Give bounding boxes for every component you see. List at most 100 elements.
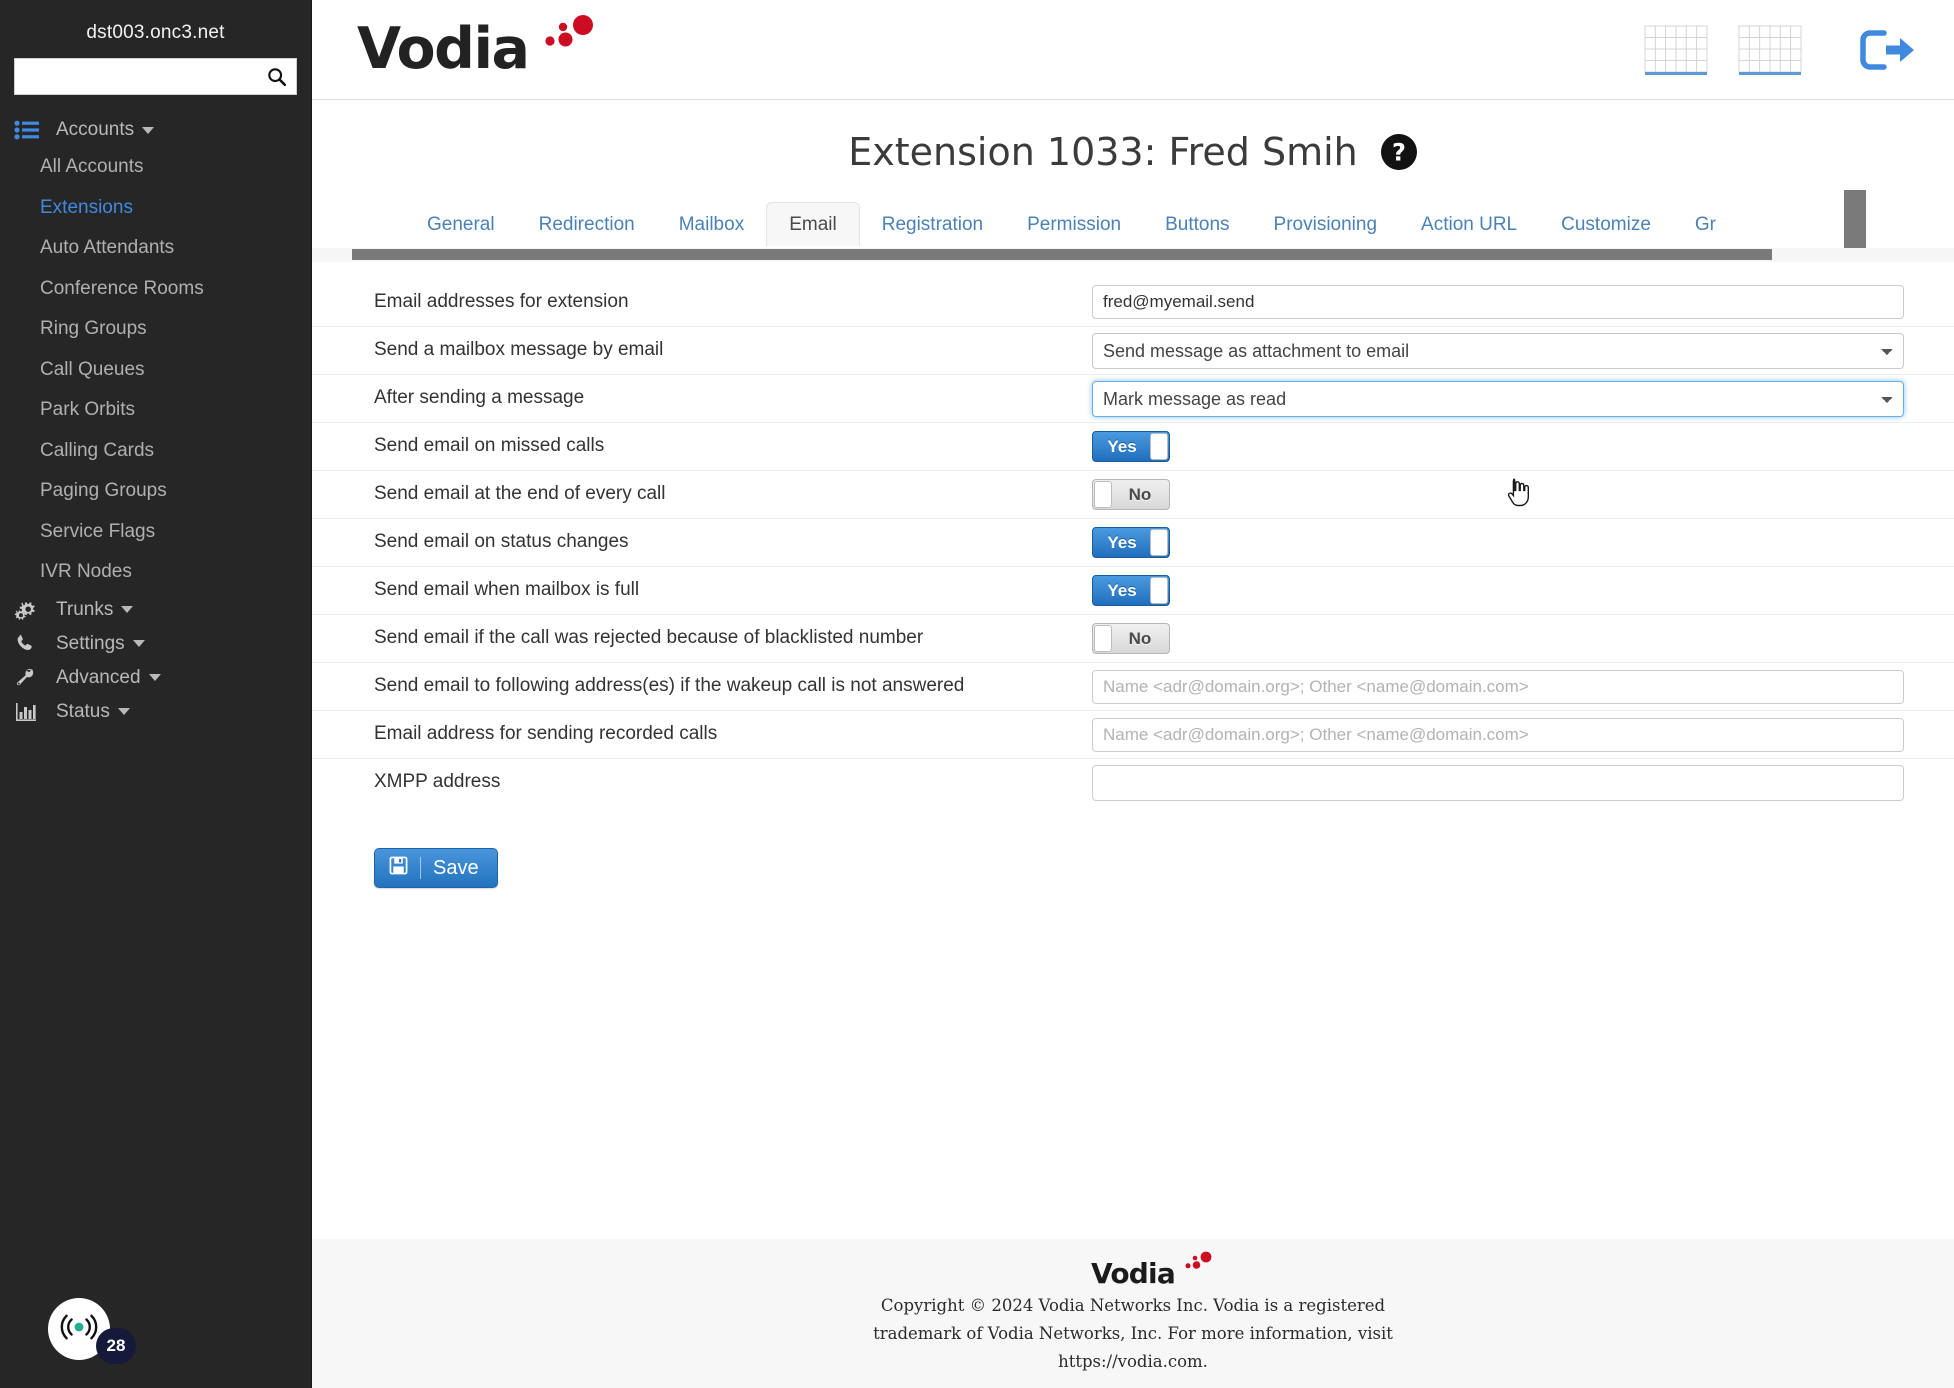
vodia-logo-text: Vodia xyxy=(357,16,530,83)
save-divider xyxy=(420,857,421,879)
toggle-missed-calls[interactable]: Yes xyxy=(1092,431,1170,462)
form-control xyxy=(1092,669,1954,704)
form-control xyxy=(1092,764,1954,801)
toggle-knob xyxy=(1094,481,1112,508)
vertical-scrollbar-thumb[interactable] xyxy=(1844,190,1866,256)
help-circle-icon[interactable]: ? xyxy=(1380,133,1418,171)
form-label: Send a mailbox message by email xyxy=(374,339,664,361)
grid-icon-2[interactable] xyxy=(1738,22,1802,77)
sidebar-nav: Accounts All Accounts Extensions Auto At… xyxy=(0,113,311,729)
toggle-end-of-call[interactable]: No xyxy=(1092,479,1170,510)
sidebar-item-paging-groups[interactable]: Paging Groups xyxy=(0,471,311,512)
toggle-status-changes[interactable]: Yes xyxy=(1092,527,1170,558)
page-title-row: Extension 1033: Fred Smih ? xyxy=(312,100,1954,198)
sidebar-item-service-flags[interactable]: Service Flags xyxy=(0,512,311,553)
form-control: Yes xyxy=(1092,575,1954,606)
tab-registration[interactable]: Registration xyxy=(860,204,1005,246)
xmpp-address-input[interactable] xyxy=(1092,764,1904,801)
sidebar-item-conference-rooms[interactable]: Conference Rooms xyxy=(0,269,311,310)
form-row-email-mailbox-full: Send email when mailbox is full Yes xyxy=(312,566,1954,614)
broadcast-icon xyxy=(59,1311,99,1348)
wakeup-email-input[interactable] xyxy=(1092,669,1904,704)
footer-logo-text: Vodia xyxy=(1091,1257,1176,1291)
toggle-knob xyxy=(1094,625,1112,652)
toggle-mailbox-full[interactable]: Yes xyxy=(1092,575,1170,606)
form-control: No xyxy=(1092,623,1954,654)
tabs: General Redirection Mailbox Email Regist… xyxy=(312,190,1954,256)
sidebar-item-all-accounts[interactable]: All Accounts xyxy=(0,147,311,188)
form-label: XMPP address xyxy=(374,771,501,793)
form-label: Email address for sending recorded calls xyxy=(374,723,718,745)
tab-permission[interactable]: Permission xyxy=(1005,204,1143,246)
tab-general[interactable]: General xyxy=(405,204,517,246)
tab-redirection[interactable]: Redirection xyxy=(517,204,657,246)
form-control: No xyxy=(1092,479,1954,510)
sidebar-item-ivr-nodes[interactable]: IVR Nodes xyxy=(0,552,311,593)
sidebar-item-auto-attendants[interactable]: Auto Attendants xyxy=(0,228,311,269)
tab-action-url[interactable]: Action URL xyxy=(1399,204,1539,246)
horizontal-scrollbar-track[interactable] xyxy=(312,248,1954,262)
sidebar-item-extensions[interactable]: Extensions xyxy=(0,188,311,229)
toggle-label: No xyxy=(1128,628,1152,648)
footer-copyright-line3: https://vodia.com. xyxy=(1058,1352,1208,1372)
form-control: Mark message as read xyxy=(1092,380,1954,417)
sidebar-item-ring-groups[interactable]: Ring Groups xyxy=(0,309,311,350)
form-label: Send email on missed calls xyxy=(374,435,605,457)
grid-icon-1[interactable] xyxy=(1644,22,1708,77)
vodia-logo-dots-icon xyxy=(535,14,595,62)
chevron-down-icon xyxy=(117,708,130,715)
search-input[interactable] xyxy=(15,59,296,94)
horizontal-scrollbar-thumb[interactable] xyxy=(352,249,1772,260)
toggle-knob xyxy=(1150,577,1168,604)
app-root: dst003.onc3.net Accounts All Accounts Ex… xyxy=(0,0,1954,1388)
footer-copyright-line2: trademark of Vodia Networks, Inc. For mo… xyxy=(873,1324,1393,1344)
chevron-down-icon xyxy=(142,126,155,134)
search-box[interactable] xyxy=(14,58,297,95)
sidebar-item-call-queues[interactable]: Call Queues xyxy=(0,350,311,391)
sidebar-group-label-settings: Settings xyxy=(56,632,125,654)
sidebar-group-settings[interactable]: Settings xyxy=(0,627,311,661)
list-icon xyxy=(14,118,44,142)
chevron-down-icon xyxy=(148,674,161,681)
after-sending-message-select[interactable]: Mark message as read xyxy=(1092,380,1904,417)
save-button[interactable]: Save xyxy=(374,848,498,888)
chevron-down-icon xyxy=(132,640,145,647)
email-addresses-input[interactable] xyxy=(1092,285,1904,319)
sidebar-group-trunks[interactable]: Trunks xyxy=(0,593,311,627)
phone-icon xyxy=(14,632,44,656)
tab-email[interactable]: Email xyxy=(766,202,860,246)
form-row-xmpp-address: XMPP address xyxy=(312,758,1954,806)
sidebar-group-label-trunks: Trunks xyxy=(56,598,114,620)
save-button-label: Save xyxy=(433,856,479,879)
recorded-calls-email-input[interactable] xyxy=(1092,717,1904,752)
sidebar-group-status[interactable]: Status xyxy=(0,695,311,729)
form-label: Send email to following address(es) if t… xyxy=(374,675,965,697)
sidebar-item-park-orbits[interactable]: Park Orbits xyxy=(0,390,311,431)
sidebar: dst003.onc3.net Accounts All Accounts Ex… xyxy=(0,0,312,1388)
sidebar-group-label: Accounts xyxy=(56,119,135,140)
tab-customize[interactable]: Customize xyxy=(1539,204,1673,246)
tab-provisioning[interactable]: Provisioning xyxy=(1252,204,1400,246)
sidebar-group-advanced[interactable]: Advanced xyxy=(0,661,311,695)
form-control: Send message as attachment to email xyxy=(1092,332,1954,369)
form-row-email-status-changes: Send email on status changes Yes xyxy=(312,518,1954,566)
form-label: After sending a message xyxy=(374,387,585,409)
logout-icon[interactable] xyxy=(1858,25,1916,75)
sidebar-group-label-status: Status xyxy=(56,700,110,722)
tab-buttons[interactable]: Buttons xyxy=(1143,204,1251,246)
form-label: Send email on status changes xyxy=(374,531,629,553)
sidebar-group-label-advanced: Advanced xyxy=(56,666,141,688)
wrench-icon xyxy=(14,666,44,690)
form-row-mailbox-message-by-email: Send a mailbox message by email Send mes… xyxy=(312,326,1954,374)
toggle-label: Yes xyxy=(1107,436,1137,456)
toggle-label: Yes xyxy=(1107,580,1137,600)
broadcast-badge: 28 xyxy=(96,1328,136,1364)
toggle-label: Yes xyxy=(1107,532,1137,552)
mailbox-message-select[interactable]: Send message as attachment to email xyxy=(1092,332,1904,369)
sidebar-group-accounts[interactable]: Accounts xyxy=(0,113,311,147)
form-row-email-missed-calls: Send email on missed calls Yes xyxy=(312,422,1954,470)
tab-mailbox[interactable]: Mailbox xyxy=(657,204,766,246)
toggle-blacklisted[interactable]: No xyxy=(1092,623,1170,654)
sidebar-item-calling-cards[interactable]: Calling Cards xyxy=(0,431,311,472)
tab-graphs[interactable]: Gra xyxy=(1673,204,1717,246)
